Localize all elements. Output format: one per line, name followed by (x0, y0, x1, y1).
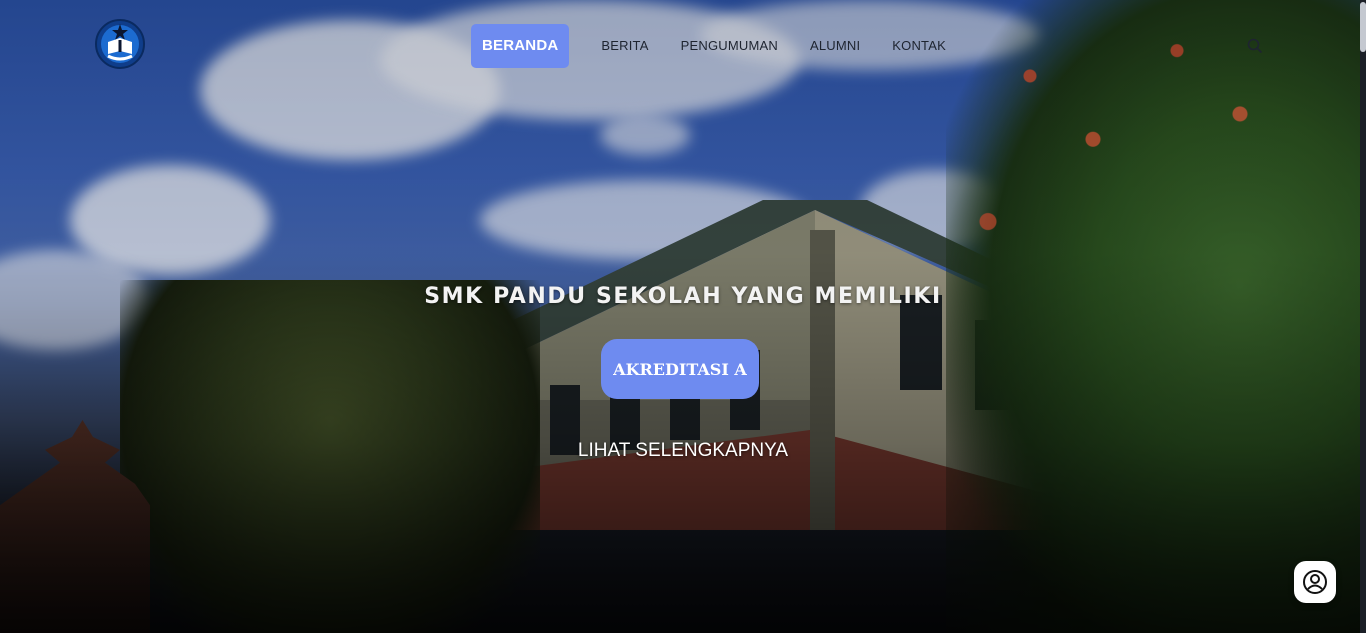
search-icon (1247, 38, 1262, 53)
school-shield-logo-icon (95, 19, 145, 69)
search-button[interactable] (1246, 37, 1264, 55)
see-more-link[interactable]: LIHAT SELENGKAPNYA (0, 440, 1366, 462)
accreditation-button[interactable]: AKREDITASI A (601, 339, 759, 399)
user-account-icon (1303, 570, 1327, 594)
hero-shade-overlay (0, 0, 1366, 633)
scrollbar-thumb[interactable] (1360, 2, 1366, 52)
nav-item-pengumuman[interactable]: PENGUMUMAN (665, 24, 794, 68)
hero-background (0, 0, 1366, 633)
hero-headline: SMK PANDU SEKOLAH YANG MEMILIKI (424, 284, 942, 309)
main-nav: BERANDA BERITA PENGUMUMAN ALUMNI KONTAK (471, 24, 962, 68)
nav-item-alumni[interactable]: ALUMNI (794, 24, 876, 68)
nav-item-kontak[interactable]: KONTAK (876, 24, 962, 68)
account-widget-button[interactable] (1294, 561, 1336, 603)
school-logo[interactable] (94, 18, 146, 70)
page-scrollbar[interactable] (1360, 0, 1366, 633)
nav-item-berita[interactable]: BERITA (585, 24, 664, 68)
nav-item-beranda[interactable]: BERANDA (471, 24, 570, 68)
